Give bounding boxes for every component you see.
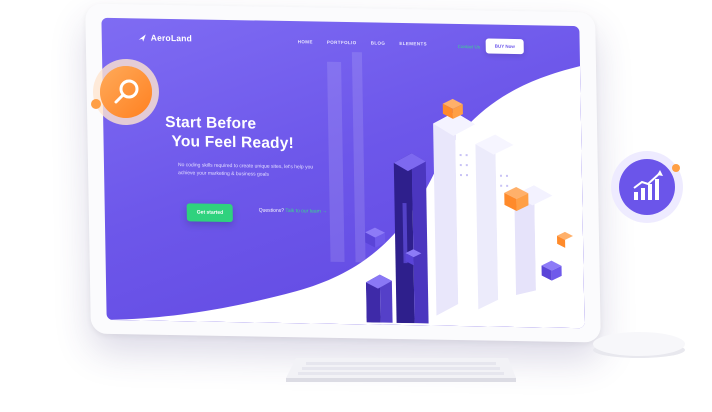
- left-pillars: [365, 274, 393, 323]
- monitor-frame: AeroLand HOME PORTFOLIO BLOG ELEMENTS Co…: [85, 3, 601, 343]
- nav-item-portfolio[interactable]: PORTFOLIO: [327, 40, 357, 46]
- nav-item-home[interactable]: HOME: [298, 39, 313, 44]
- hero-subtitle: No coding skills required to create uniq…: [177, 162, 314, 178]
- hero-illustration-scene: AeroLand HOME PORTFOLIO BLOG ELEMENTS Co…: [0, 0, 712, 412]
- nav-item-blog[interactable]: BLOG: [371, 40, 386, 45]
- hero-title-line-1: Start Before: [165, 113, 257, 133]
- dark-tower: [393, 153, 429, 324]
- talk-to-team-link[interactable]: Talk to our team →: [285, 208, 327, 215]
- hero-title-line-2: You Feel Ready!: [171, 132, 295, 153]
- website-screen: AeroLand HOME PORTFOLIO BLOG ELEMENTS Co…: [101, 17, 585, 329]
- mouse: [593, 332, 685, 358]
- search-badge: [91, 59, 159, 125]
- white-towers: [433, 111, 554, 316]
- get-started-button[interactable]: Get started: [186, 203, 234, 223]
- hero-title: Start Before You Feel Ready!: [165, 113, 294, 153]
- brand-logo[interactable]: AeroLand: [138, 32, 192, 43]
- main-menu: HOME PORTFOLIO BLOG ELEMENTS: [298, 39, 427, 46]
- contact-link[interactable]: Contact Us: [458, 44, 480, 49]
- questions-label: Questions?: [258, 207, 285, 214]
- questions-line: Questions? Talk to our team →: [259, 208, 328, 215]
- buy-now-button[interactable]: BUY Now: [485, 38, 525, 55]
- growth-chart-badge: [611, 151, 683, 223]
- keyboard: [286, 358, 516, 382]
- aeroland-logo-icon: [138, 33, 146, 42]
- nav-item-elements[interactable]: ELEMENTS: [399, 41, 427, 46]
- isometric-city-illustration: [365, 98, 573, 324]
- brand-name: AeroLand: [150, 32, 193, 44]
